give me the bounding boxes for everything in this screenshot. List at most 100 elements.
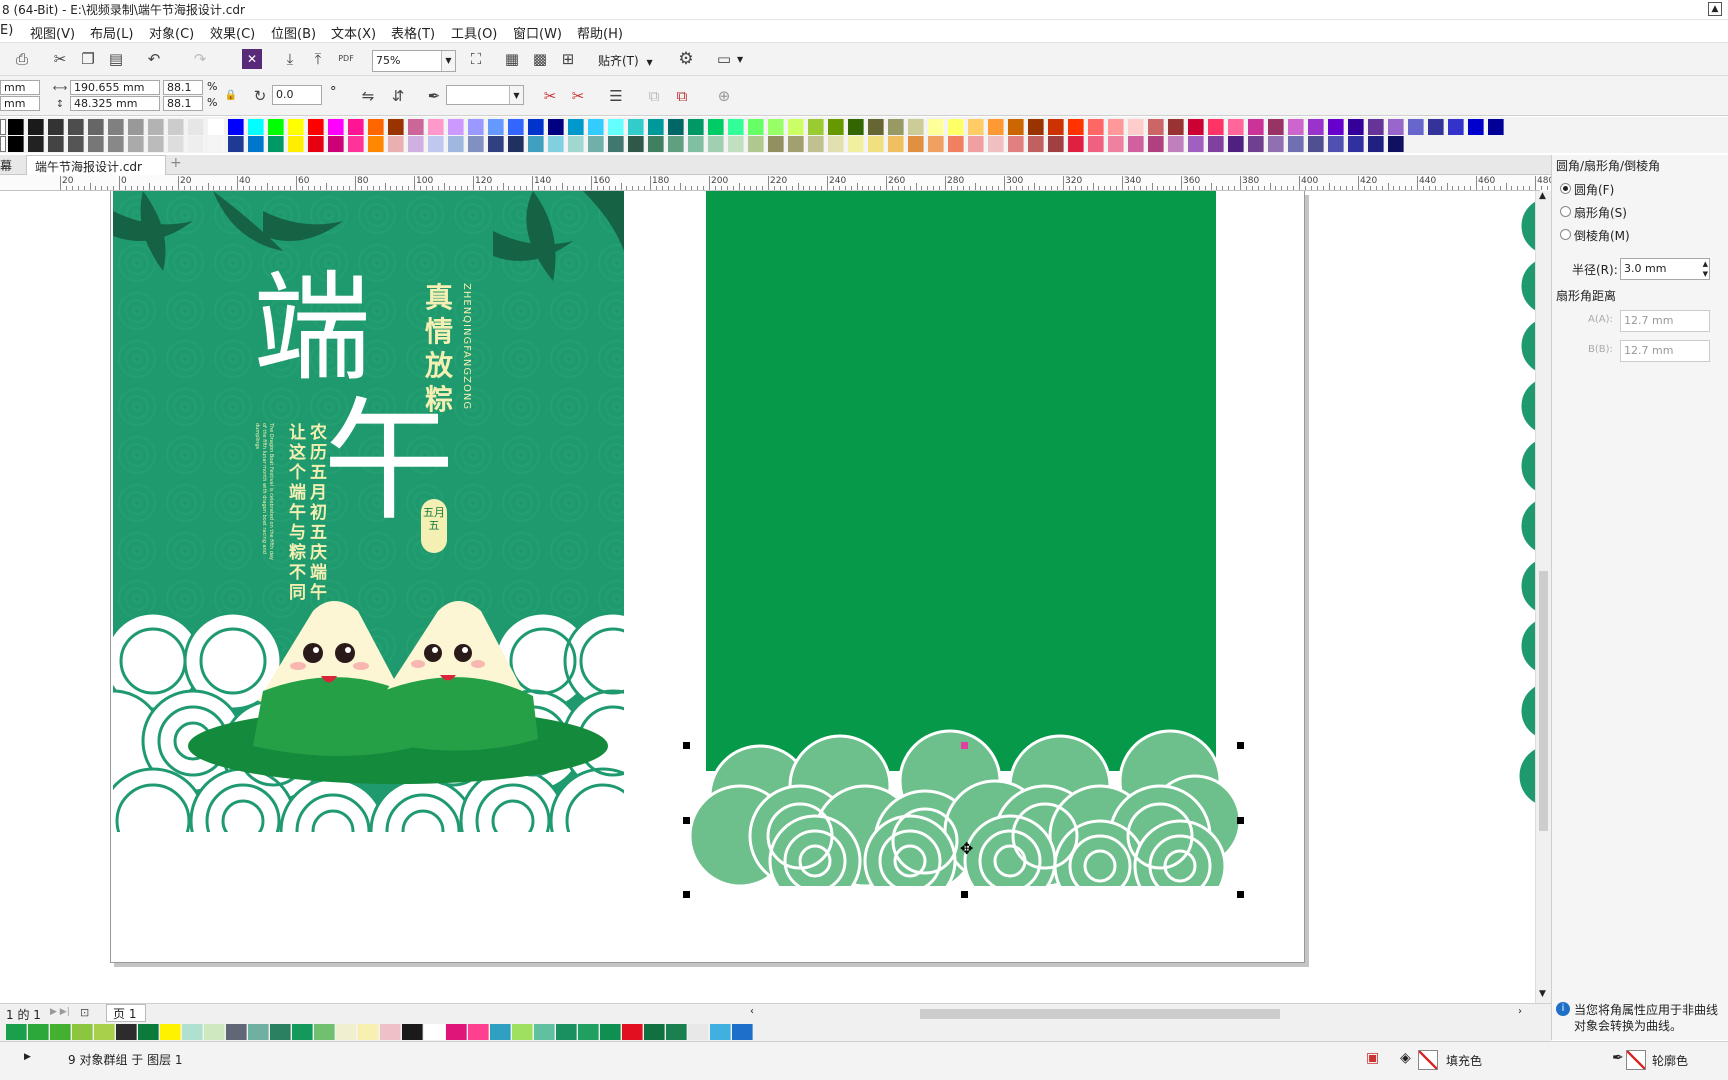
color-swatch[interactable]	[68, 136, 84, 152]
color-swatch[interactable]	[748, 136, 764, 152]
document-color-swatch[interactable]	[116, 1024, 137, 1040]
chevron-right-icon[interactable]: ›	[1518, 1006, 1522, 1017]
color-swatch[interactable]	[948, 119, 964, 135]
add-icon[interactable]: ⊕	[714, 86, 734, 106]
color-swatch[interactable]	[588, 119, 604, 135]
color-swatch[interactable]	[8, 119, 24, 135]
menu-object[interactable]: 对象(C)	[149, 23, 194, 42]
chevron-down-icon[interactable]: ▼	[1539, 989, 1546, 999]
chevron-up-icon[interactable]: ▲	[1539, 191, 1546, 201]
selection-handle-tl[interactable]	[683, 742, 690, 749]
color-swatch[interactable]	[468, 119, 484, 135]
to-front-icon[interactable]: ⧉	[644, 86, 664, 106]
document-color-swatch[interactable]	[50, 1024, 71, 1040]
color-swatch[interactable]	[968, 136, 984, 152]
color-swatch[interactable]	[1088, 119, 1104, 135]
color-swatch[interactable]	[1128, 119, 1144, 135]
color-swatch[interactable]	[28, 136, 44, 152]
document-color-swatch[interactable]	[600, 1024, 621, 1040]
document-color-swatch[interactable]	[314, 1024, 335, 1040]
document-palette-swatches[interactable]	[6, 1024, 766, 1040]
menu-bitmap[interactable]: 位图(B)	[271, 23, 316, 42]
color-swatch[interactable]	[868, 119, 884, 135]
color-swatch[interactable]	[488, 119, 504, 135]
radio-chamfer[interactable]	[1560, 229, 1571, 240]
color-swatch[interactable]	[1148, 119, 1164, 135]
color-swatch[interactable]	[808, 136, 824, 152]
color-swatch[interactable]	[348, 136, 364, 152]
vertical-scroll-thumb[interactable]	[1539, 571, 1548, 831]
color-swatch[interactable]	[768, 119, 784, 135]
color-swatch[interactable]	[48, 119, 64, 135]
color-swatch[interactable]	[1148, 136, 1164, 152]
color-swatch[interactable]	[308, 119, 324, 135]
color-swatch[interactable]	[1168, 119, 1184, 135]
color-swatch[interactable]	[388, 119, 404, 135]
document-color-swatch[interactable]	[138, 1024, 159, 1040]
document-color-swatch[interactable]	[336, 1024, 357, 1040]
color-swatch[interactable]	[568, 136, 584, 152]
color-swatch[interactable]	[708, 136, 724, 152]
text-wrap-icon[interactable]: ☰	[606, 86, 626, 106]
color-swatch[interactable]	[408, 119, 424, 135]
color-swatch[interactable]	[1368, 136, 1384, 152]
tab-left[interactable]: 幕	[0, 157, 12, 174]
color-swatch[interactable]	[1428, 119, 1444, 135]
color-swatch[interactable]	[848, 136, 864, 152]
menu-tools[interactable]: 工具(O)	[451, 23, 497, 42]
radio-scallop-label[interactable]: 扇形角(S)	[1574, 204, 1627, 221]
color-swatch[interactable]	[1488, 119, 1504, 135]
color-swatch[interactable]	[668, 136, 684, 152]
rotation-field[interactable]: 0.0	[272, 85, 322, 105]
cut-icon[interactable]: ✂	[50, 49, 70, 69]
color-swatch[interactable]	[1468, 119, 1484, 135]
color-swatch[interactable]	[788, 119, 804, 135]
color-swatch[interactable]	[248, 119, 264, 135]
color-swatch[interactable]	[368, 119, 384, 135]
color-swatch[interactable]	[588, 136, 604, 152]
color-swatch[interactable]	[1288, 136, 1304, 152]
menu-help[interactable]: 帮助(H)	[577, 23, 623, 42]
color-swatch[interactable]	[168, 136, 184, 152]
color-swatch[interactable]	[328, 119, 344, 135]
no-color-swatch[interactable]	[0, 119, 6, 135]
page-tab-1[interactable]: 页 1	[106, 1004, 146, 1022]
color-swatch[interactable]	[848, 119, 864, 135]
distance-a-field[interactable]: 12.7 mm	[1620, 310, 1710, 332]
document-color-swatch[interactable]	[402, 1024, 423, 1040]
to-back-icon[interactable]: ⧉	[672, 86, 692, 106]
color-swatch[interactable]	[528, 119, 544, 135]
color-swatch[interactable]	[808, 119, 824, 135]
color-swatch[interactable]	[268, 136, 284, 152]
menu-text[interactable]: 文本(X)	[331, 23, 376, 42]
color-swatch[interactable]	[188, 136, 204, 152]
color-swatch[interactable]	[1108, 136, 1124, 152]
menu-effects[interactable]: 效果(C)	[210, 23, 255, 42]
document-color-swatch[interactable]	[204, 1024, 225, 1040]
color-swatch[interactable]	[188, 119, 204, 135]
color-swatch[interactable]	[988, 136, 1004, 152]
document-color-swatch[interactable]	[292, 1024, 313, 1040]
radio-chamfer-label[interactable]: 倒棱角(M)	[1574, 227, 1630, 244]
drawing-canvas[interactable]: 端 午 真情放粽 ZHENQINGFANGZONG 农历五月初五庆端午 让这个端…	[0, 191, 1535, 1003]
snap-to-dropdown[interactable]: 贴齐(T) ▼	[598, 52, 653, 69]
show-guidelines-icon[interactable]: ⊞	[558, 49, 578, 69]
color-swatch[interactable]	[88, 119, 104, 135]
document-color-swatch[interactable]	[490, 1024, 511, 1040]
color-swatch[interactable]	[528, 136, 544, 152]
publish-pdf-icon[interactable]: PDF	[336, 49, 356, 69]
chevron-left-icon[interactable]: ‹	[750, 1006, 754, 1017]
color-swatch[interactable]	[1408, 119, 1424, 135]
color-swatch[interactable]	[1048, 136, 1064, 152]
color-swatch[interactable]	[648, 119, 664, 135]
color-swatch[interactable]	[428, 136, 444, 152]
color-swatch[interactable]	[1208, 119, 1224, 135]
selection-handle-bl[interactable]	[683, 891, 690, 898]
full-screen-icon[interactable]: ⛶	[466, 49, 486, 69]
color-swatch[interactable]	[488, 136, 504, 152]
color-swatch[interactable]	[348, 119, 364, 135]
color-swatch[interactable]	[448, 136, 464, 152]
color-swatch[interactable]	[8, 136, 24, 152]
document-color-swatch[interactable]	[182, 1024, 203, 1040]
color-swatch[interactable]	[688, 119, 704, 135]
